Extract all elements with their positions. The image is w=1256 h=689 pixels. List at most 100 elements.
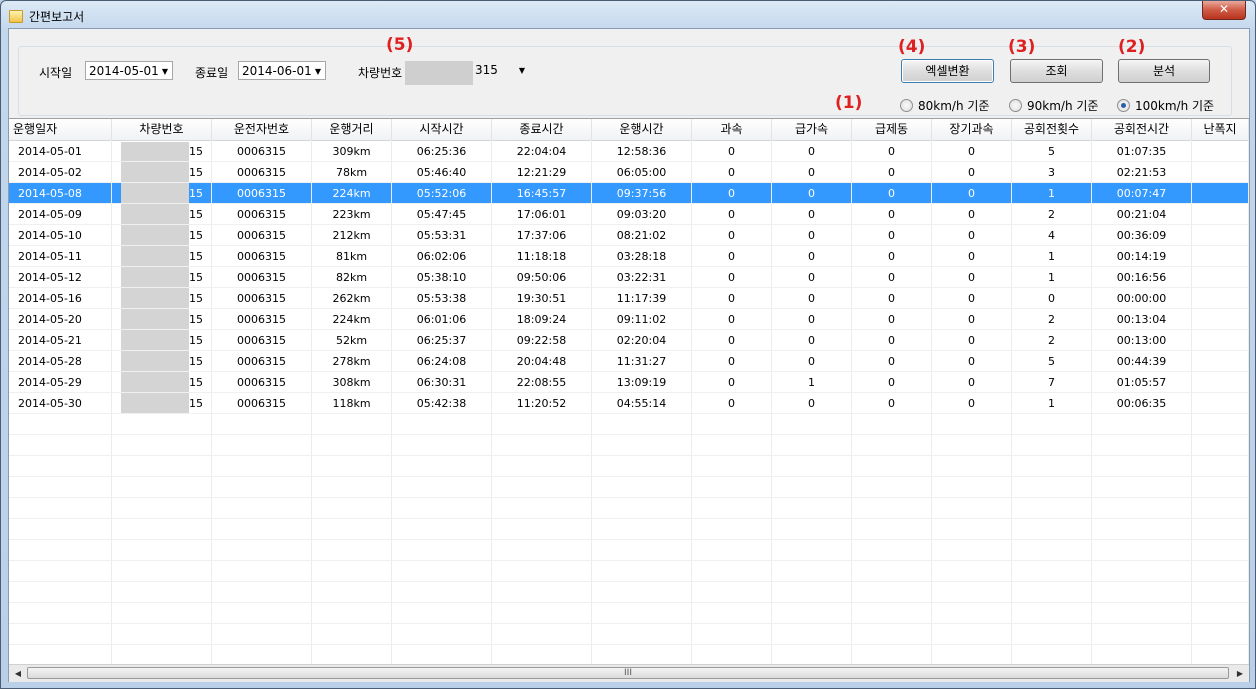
grid-line — [9, 497, 1249, 498]
table-cell: 18:09:24 — [492, 309, 592, 330]
vehicle-value: 315 — [475, 63, 498, 77]
radio-80kmh[interactable]: 80km/h 기준 — [900, 97, 989, 114]
table-cell: 0 — [852, 309, 932, 330]
table-row[interactable]: 15 2014-05-29 0006315 308km 06:30:31 22:08:55… — [9, 372, 1249, 393]
table-cell: 0 — [772, 225, 852, 246]
table-row[interactable]: 15 2014-05-02 0006315 78km 05:46:40 12:21:29 0… — [9, 162, 1249, 183]
column-header[interactable]: 급가속 — [772, 119, 852, 140]
column-header[interactable]: 공회전시간 — [1092, 119, 1192, 140]
column-header[interactable]: 운행시간 — [592, 119, 692, 140]
grid-line — [9, 455, 1249, 456]
grid-line — [1011, 140, 1012, 665]
table-cell: 2 — [1012, 330, 1092, 351]
column-header[interactable]: 종료시간 — [492, 119, 592, 140]
table-cell: 00:14:19 — [1092, 246, 1192, 267]
table-cell: 5 — [1012, 351, 1092, 372]
grid-header: 운행일자 차량번호 운전자번호 운행거리 시작시간 종료시간 운행시간 과속 급가속 급제동 장기과… — [9, 119, 1249, 141]
scroll-right-icon[interactable]: ▶ — [1232, 666, 1248, 681]
table-cell: 0 — [932, 393, 1012, 414]
column-header[interactable]: 시작시간 — [392, 119, 492, 140]
table-row[interactable]: 15 2014-05-30 0006315 118km 05:42:38 11:20:52… — [9, 393, 1249, 414]
table-row[interactable]: 15 2014-05-01 0006315 309km 06:25:36 22:04:04… — [9, 141, 1249, 162]
column-header[interactable]: 장기과속 — [932, 119, 1012, 140]
table-cell: 278km — [312, 351, 392, 372]
horizontal-scrollbar[interactable]: ◀ III ▶ — [9, 664, 1249, 682]
table-cell: 0 — [772, 330, 852, 351]
analyze-button[interactable]: 분석 — [1118, 59, 1210, 83]
table-row[interactable]: 15 2014-05-16 0006315 262km 05:53:38 19:30:51… — [9, 288, 1249, 309]
annotation-marker-4: (4) — [898, 37, 926, 57]
table-row[interactable]: 15 2014-05-10 0006315 212km 05:53:31 17:37:06… — [9, 225, 1249, 246]
column-header[interactable]: 운행거리 — [312, 119, 392, 140]
table-cell: 0 — [932, 309, 1012, 330]
title-bar[interactable]: 간편보고서 ✕ — [1, 1, 1255, 29]
table-cell: 05:38:10 — [392, 267, 492, 288]
table-cell: 0 — [932, 225, 1012, 246]
table-cell: 0 — [932, 183, 1012, 204]
table-row[interactable]: 15 2014-05-11 0006315 81km 06:02:06 11:18:18 0… — [9, 246, 1249, 267]
table-cell: 2014-05-08 — [9, 183, 112, 204]
scroll-left-icon[interactable]: ◀ — [10, 666, 26, 681]
column-header[interactable]: 과속 — [692, 119, 772, 140]
column-header[interactable]: 공회전횟수 — [1012, 119, 1092, 140]
table-cell: 19:30:51 — [492, 288, 592, 309]
grid-line — [9, 476, 1249, 477]
table-row[interactable]: 15 2014-05-12 0006315 82km 05:38:10 09:50:06 0… — [9, 267, 1249, 288]
column-header[interactable]: 운행일자 — [9, 119, 112, 140]
excel-export-button[interactable]: 엑셀변환 — [901, 59, 994, 83]
grid-line — [9, 329, 1249, 330]
column-header[interactable]: 차량번호 — [112, 119, 212, 140]
grid-line — [391, 140, 392, 665]
table-cell: 0 — [692, 204, 772, 225]
table-cell: 82km — [312, 267, 392, 288]
table-cell: 00:16:56 — [1092, 267, 1192, 288]
close-button[interactable]: ✕ — [1202, 1, 1246, 20]
table-cell: 06:30:31 — [392, 372, 492, 393]
table-row-selected[interactable]: 15 2014-05-08 0006315 224km 05:52:06 16:45:57… — [9, 183, 1249, 204]
table-cell: 02:20:04 — [592, 330, 692, 351]
table-row[interactable]: 15 2014-05-21 0006315 52km 06:25:37 09:22:58 0… — [9, 330, 1249, 351]
table-cell: 05:53:31 — [392, 225, 492, 246]
scroll-thumb[interactable]: III — [27, 667, 1229, 679]
column-header[interactable]: 급제동 — [852, 119, 932, 140]
table-cell: 0 — [932, 372, 1012, 393]
table-cell: 262km — [312, 288, 392, 309]
table-cell: 22:08:55 — [492, 372, 592, 393]
table-cell: 00:36:09 — [1092, 225, 1192, 246]
table-cell: 0006315 — [212, 141, 312, 162]
table-cell: 3 — [1012, 162, 1092, 183]
report-grid[interactable]: 운행일자 차량번호 운전자번호 운행거리 시작시간 종료시간 운행시간 과속 급가속 급제동 장기과… — [9, 118, 1249, 665]
radio-button-selected-icon — [1117, 99, 1130, 112]
table-cell: 0 — [852, 330, 932, 351]
grid-line — [1248, 140, 1249, 665]
table-cell: 0 — [852, 351, 932, 372]
table-cell: 2014-05-10 — [9, 225, 112, 246]
radio-90kmh[interactable]: 90km/h 기준 — [1009, 97, 1098, 114]
table-cell: 0 — [932, 204, 1012, 225]
table-row[interactable]: 15 2014-05-09 0006315 223km 05:47:45 17:06:01… — [9, 204, 1249, 225]
table-row[interactable]: 15 2014-05-20 0006315 224km 06:01:06 18:09:24… — [9, 309, 1249, 330]
table-cell — [1192, 267, 1249, 288]
table-cell: 2014-05-02 — [9, 162, 112, 183]
table-cell: 0 — [692, 393, 772, 414]
table-cell: 212km — [312, 225, 392, 246]
table-row[interactable]: 15 2014-05-28 0006315 278km 06:24:08 20:04:48… — [9, 351, 1249, 372]
table-cell: 11:17:39 — [592, 288, 692, 309]
table-cell: 0006315 — [212, 351, 312, 372]
radio-100kmh[interactable]: 100km/h 기준 — [1117, 97, 1214, 114]
table-cell — [1192, 162, 1249, 183]
column-header[interactable]: 운전자번호 — [212, 119, 312, 140]
table-cell: 2014-05-09 — [9, 204, 112, 225]
column-header[interactable]: 난폭지 — [1192, 119, 1249, 140]
table-cell: 0006315 — [212, 225, 312, 246]
end-date-picker[interactable]: 2014-06-01 ▼ — [238, 61, 326, 80]
query-button[interactable]: 조회 — [1010, 59, 1103, 83]
grid-line — [9, 539, 1249, 540]
table-cell: 0 — [852, 288, 932, 309]
table-cell: 1 — [1012, 183, 1092, 204]
table-cell: 0006315 — [212, 183, 312, 204]
table-cell: 0 — [772, 204, 852, 225]
redacted-area — [405, 61, 473, 85]
table-cell — [1192, 183, 1249, 204]
start-date-picker[interactable]: 2014-05-01 ▼ — [85, 61, 173, 80]
